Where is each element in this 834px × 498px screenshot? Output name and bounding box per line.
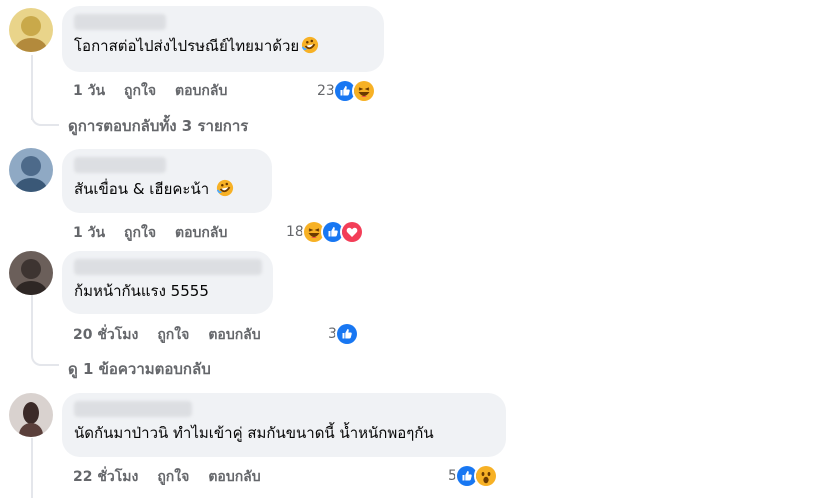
comment-bubble: นัดกันมาป่าวนิ ทำไมเข้าคู่ สมกันขนาดนี้ …: [62, 393, 506, 457]
avatar[interactable]: [9, 8, 53, 52]
love-icon: [339, 220, 364, 244]
avatar-image: [9, 393, 53, 437]
comment-text: โอกาสต่อไปส่งไปรษณีย์ไทยมาด้วย: [74, 36, 372, 56]
rolling-laughing-emoji-icon: [302, 36, 319, 54]
comment-bubble: โอกาสต่อไปส่งไปรษณีย์ไทยมาด้วย: [62, 6, 384, 72]
reaction-summary[interactable]: 23: [317, 79, 376, 103]
view-replies-link[interactable]: ดู 1 ข้อความตอบกลับ: [68, 357, 211, 381]
comment-text: สันเขื่อน & เฮียคะน้า: [74, 179, 260, 199]
like-icon: [334, 322, 359, 346]
reaction-summary[interactable]: 18: [286, 220, 364, 244]
comment-actions: 22 ชั่วโมง ถูกใจ ตอบกลับ: [73, 466, 280, 488]
comment-author[interactable]: [74, 14, 166, 30]
avatar-image: [9, 8, 53, 52]
comment-timestamp[interactable]: 1 วัน: [73, 222, 105, 244]
comment-bubble: ก้มหน้ากันแรง 5555: [62, 251, 273, 314]
comment-text-content: นัดกันมาป่าวนิ ทำไมเข้าคู่ สมกันขนาดนี้ …: [74, 424, 434, 442]
view-replies-link[interactable]: ดูการตอบกลับทั้ง 3 รายการ: [68, 114, 248, 138]
avatar-image: [9, 148, 53, 192]
reply-button[interactable]: ตอบกลับ: [175, 222, 227, 244]
reply-button[interactable]: ตอบกลับ: [175, 80, 227, 102]
comment-actions: 1 วัน ถูกใจ ตอบกลับ: [73, 222, 246, 244]
thread-line: [31, 350, 59, 366]
thread-line: [31, 110, 59, 126]
comment-text-content: ก้มหน้ากันแรง 5555: [74, 282, 209, 300]
comment-author[interactable]: [74, 401, 192, 417]
comment-text-content: โอกาสต่อไปส่งไปรษณีย์ไทยมาด้วย: [74, 37, 300, 55]
reply-button[interactable]: ตอบกลับ: [208, 324, 260, 346]
reaction-summary[interactable]: 5: [448, 464, 498, 488]
like-button[interactable]: ถูกใจ: [157, 324, 189, 346]
reaction-summary[interactable]: 3: [328, 322, 359, 346]
avatar[interactable]: [9, 148, 53, 192]
like-button[interactable]: ถูกใจ: [124, 222, 156, 244]
reply-button[interactable]: ตอบกลับ: [208, 466, 260, 488]
thread-line: [31, 438, 33, 498]
comment-actions: 20 ชั่วโมง ถูกใจ ตอบกลับ: [73, 324, 280, 346]
like-button[interactable]: ถูกใจ: [124, 80, 156, 102]
rolling-laughing-emoji-icon: [216, 179, 234, 197]
comment-author[interactable]: [74, 259, 262, 275]
comment-timestamp[interactable]: 1 วัน: [73, 80, 105, 102]
like-button[interactable]: ถูกใจ: [157, 466, 189, 488]
comment-timestamp[interactable]: 22 ชั่วโมง: [73, 466, 138, 488]
haha-icon: [351, 79, 376, 103]
wow-icon: [473, 464, 498, 488]
thread-line: [31, 295, 33, 355]
avatar[interactable]: [9, 393, 53, 437]
comment-author[interactable]: [74, 157, 166, 173]
comment-text-content: สันเขื่อน & เฮียคะน้า: [74, 180, 210, 198]
comment-bubble: สันเขื่อน & เฮียคะน้า: [62, 149, 272, 213]
comment-actions: 1 วัน ถูกใจ ตอบกลับ: [73, 80, 246, 102]
avatar-image: [9, 251, 53, 295]
comment-timestamp[interactable]: 20 ชั่วโมง: [73, 324, 138, 346]
avatar[interactable]: [9, 251, 53, 295]
